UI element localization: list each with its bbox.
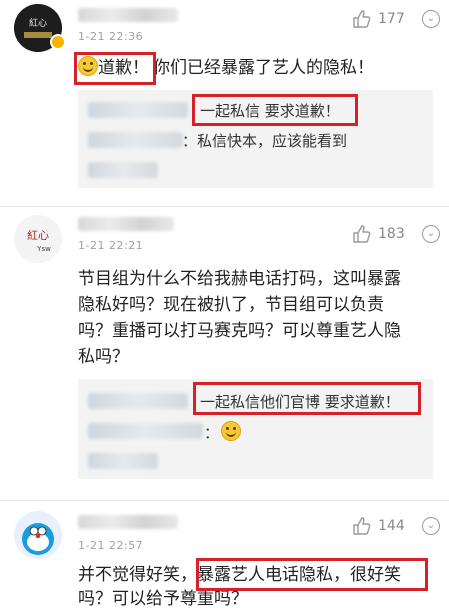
- more-replies-link[interactable]: [88, 162, 158, 178]
- reply-text: ：: [204, 421, 242, 443]
- reply-username[interactable]: [88, 393, 188, 409]
- reply-text: ：私信快本，应该能看到: [182, 132, 348, 150]
- thumbs-up-icon: [353, 10, 371, 28]
- username[interactable]: [78, 217, 174, 231]
- like-button[interactable]: 177: [352, 9, 405, 29]
- like-button[interactable]: 183: [352, 224, 405, 244]
- highlight-box: [74, 52, 156, 85]
- like-count: 144: [378, 518, 405, 534]
- comment-2: 紅心 Ysw 1-21 22:21 183 ⌄ 节目组为什么不给我赫电话打码，这…: [0, 207, 449, 497]
- timestamp: 1-21 22:21: [78, 239, 144, 252]
- chevron-down-icon[interactable]: ⌄: [422, 10, 440, 28]
- comment-3: 1-21 22:57 144 ⌄ 并不觉得好笑，暴露艺人电话隐私，很好笑 吗？可…: [0, 501, 449, 609]
- svg-text:紅心: 紅心: [29, 18, 47, 29]
- reply-username[interactable]: [88, 132, 183, 148]
- comment-text-line: 节目组为什么不给我赫电话打码，这叫暴露: [78, 269, 401, 289]
- thumbs-up-icon: [353, 517, 371, 535]
- comment-text-line: 隐私好吗？现在被扒了，节目组可以负责: [78, 295, 384, 315]
- svg-text:Ysw: Ysw: [36, 245, 51, 253]
- comment-text-rest: 你们已经暴露了艺人的隐私！: [153, 58, 374, 78]
- smiley-emoji-icon: [221, 421, 242, 441]
- reply-username[interactable]: [88, 102, 188, 118]
- highlight-box: [192, 94, 358, 126]
- reply-username[interactable]: [88, 423, 203, 439]
- username[interactable]: [78, 515, 178, 529]
- svg-text:紅心: 紅心: [27, 229, 49, 242]
- thumbs-up-icon: [353, 225, 371, 243]
- avatar[interactable]: [14, 511, 62, 559]
- comment-text-line: 吗？重播可以打马赛克吗？可以尊重艺人隐: [78, 321, 401, 341]
- comment-1: 紅心 1-21 22:36 177 ⌄ 道歉！ 你们已经暴露了艺人的隐私！ 一起私…: [0, 0, 449, 205]
- like-button[interactable]: 144: [352, 516, 405, 536]
- verified-badge-icon: [50, 34, 66, 50]
- comment-text-prefix: 并不觉得好笑，: [78, 565, 197, 585]
- avatar[interactable]: 紅心 Ysw: [14, 215, 62, 263]
- like-count: 183: [378, 226, 405, 242]
- highlight-box: [196, 558, 428, 591]
- more-replies-link[interactable]: [88, 453, 158, 469]
- username[interactable]: [78, 8, 178, 22]
- highlight-box: [193, 382, 421, 415]
- reply-text-prefix: ：: [204, 424, 220, 442]
- comment-text-line: 私吗？: [78, 347, 129, 367]
- timestamp: 1-21 22:36: [78, 30, 144, 43]
- chevron-down-icon[interactable]: ⌄: [422, 225, 440, 243]
- timestamp: 1-21 22:57: [78, 539, 144, 552]
- chevron-down-icon[interactable]: ⌄: [422, 517, 440, 535]
- like-count: 177: [378, 11, 405, 27]
